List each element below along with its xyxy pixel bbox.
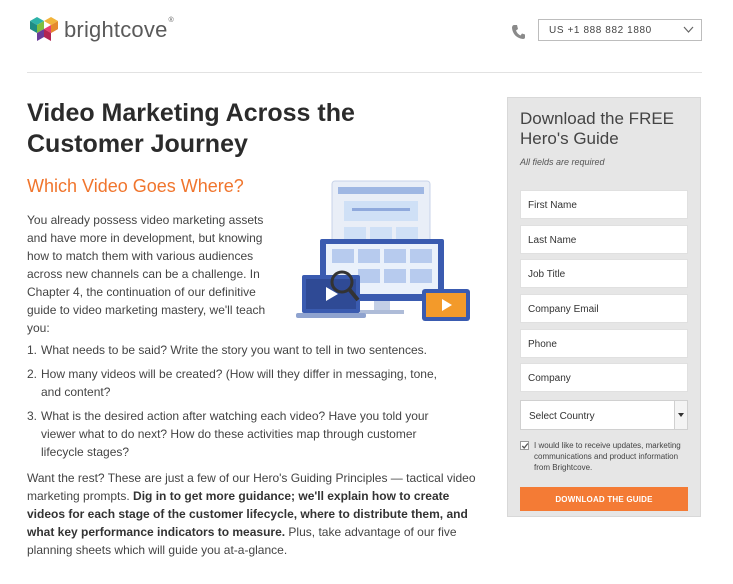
required-note: All fields are required [520,157,605,167]
brightcove-logo[interactable]: brightcove® [27,13,174,47]
consent-checkbox[interactable] [520,441,529,450]
section-subtitle: Which Video Goes Where? [27,176,244,196]
list-item: 1. What needs to be said? Write the stor… [27,343,427,357]
job-title-field[interactable]: Job Title [520,259,688,288]
closing-paragraph: Want the rest? These are just a few of o… [27,471,476,557]
select-arrow [674,401,687,429]
last-name-field[interactable]: Last Name [520,225,688,254]
chevron-down-icon [683,26,694,33]
caret-down-icon [678,413,684,417]
questions-list: 1. What needs to be said? Write the stor… [27,341,447,467]
first-name-field[interactable]: First Name [520,190,688,219]
list-item: 2. How many videos will be created? (How… [27,367,437,399]
form-title: Download the FREE Hero's Guide [520,109,675,148]
consent-row: I would like to receive updates, marketi… [520,440,696,473]
brightcove-cubes-icon [30,17,58,41]
video-devices-illustration [296,180,470,321]
company-email-field[interactable]: Company Email [520,294,688,323]
download-form-panel: Download the FREE Hero's Guide All field… [507,97,701,517]
download-guide-button[interactable]: DOWNLOAD THE GUIDE [520,487,688,511]
country-select[interactable]: Select Country [520,400,688,430]
country-select-value: Select Country [529,411,595,422]
intro-paragraph: You already possess video marketing asse… [27,213,266,335]
list-item: 3. What is the desired action after watc… [27,409,429,459]
page-title: Video Marketing Across the Customer Jour… [27,99,355,158]
consent-label: I would like to receive updates, marketi… [534,441,681,472]
checkmark-icon [521,443,529,449]
company-field[interactable]: Company [520,363,688,392]
phone-icon [512,25,525,39]
phone-field[interactable]: Phone [520,329,688,358]
phone-number-label: US +1 888 882 1880 [549,25,652,36]
logo-wordmark: brightcove® [64,17,174,42]
header-divider [27,72,702,73]
phone-number-selector[interactable]: US +1 888 882 1880 [538,19,702,41]
